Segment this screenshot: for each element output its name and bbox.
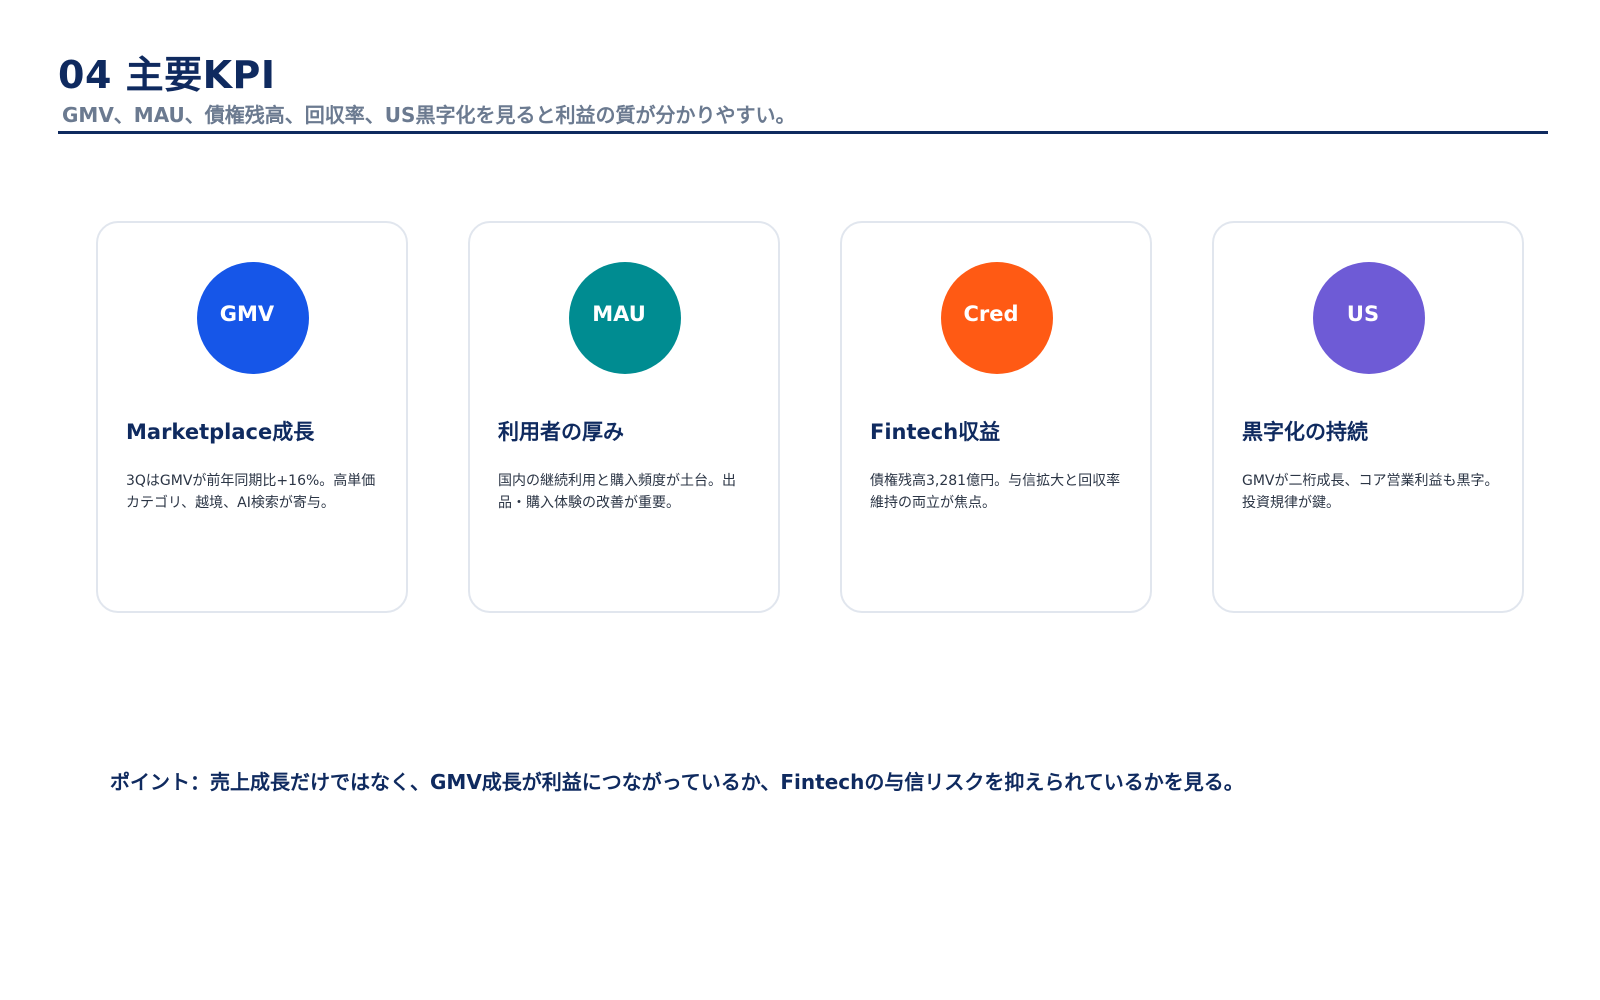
page-title: 04 主要KPI — [58, 53, 276, 97]
card-body: 3QはGMVが前年同期比+16%。高単価カテゴリ、越境、AI検索が寄与。 — [126, 473, 376, 511]
us-badge-icon: US — [1313, 262, 1425, 374]
kpi-card-mau: MAU 利用者の厚み 国内の継続利用と購入頻度が土台。出品・購入体験の改善が重要… — [468, 221, 780, 613]
kpi-cards: GMV Marketplace成長 3QはGMVが前年同期比+16%。高単価カテ… — [96, 221, 1526, 613]
title-divider — [58, 131, 1548, 134]
card-title: Marketplace成長 — [126, 420, 315, 444]
slide: 04 主要KPI GMV、MAU、債権残高、回収率、US黒字化を見ると利益の質が… — [0, 0, 1600, 1000]
card-body: 国内の継続利用と購入頻度が土台。出品・購入体験の改善が重要。 — [498, 473, 736, 511]
card-title: Fintech収益 — [870, 420, 1001, 444]
card-title: 利用者の厚み — [498, 420, 624, 444]
mau-badge-icon: MAU — [569, 262, 681, 374]
card-body: GMVが二桁成長、コア営業利益も黒字。投資規律が鍵。 — [1242, 473, 1499, 511]
kpi-card-cred: Cred Fintech収益 債権残高3,281億円。与信拡大と回収率維持の両立… — [840, 221, 1152, 613]
cred-badge-icon: Cred — [941, 262, 1053, 374]
gmv-badge-icon: GMV — [197, 262, 309, 374]
kpi-card-us: US 黒字化の持続 GMVが二桁成長、コア営業利益も黒字。投資規律が鍵。 — [1212, 221, 1524, 613]
kpi-card-gmv: GMV Marketplace成長 3QはGMVが前年同期比+16%。高単価カテ… — [96, 221, 408, 613]
page-subtitle: GMV、MAU、債権残高、回収率、US黒字化を見ると利益の質が分かりやすい。 — [62, 103, 796, 127]
card-title: 黒字化の持続 — [1242, 420, 1368, 444]
key-point-note: ポイント：売上成長だけではなく、GMV成長が利益につながっているか、Fintec… — [110, 770, 1244, 794]
card-body: 債権残高3,281億円。与信拡大と回収率維持の両立が焦点。 — [870, 473, 1121, 511]
